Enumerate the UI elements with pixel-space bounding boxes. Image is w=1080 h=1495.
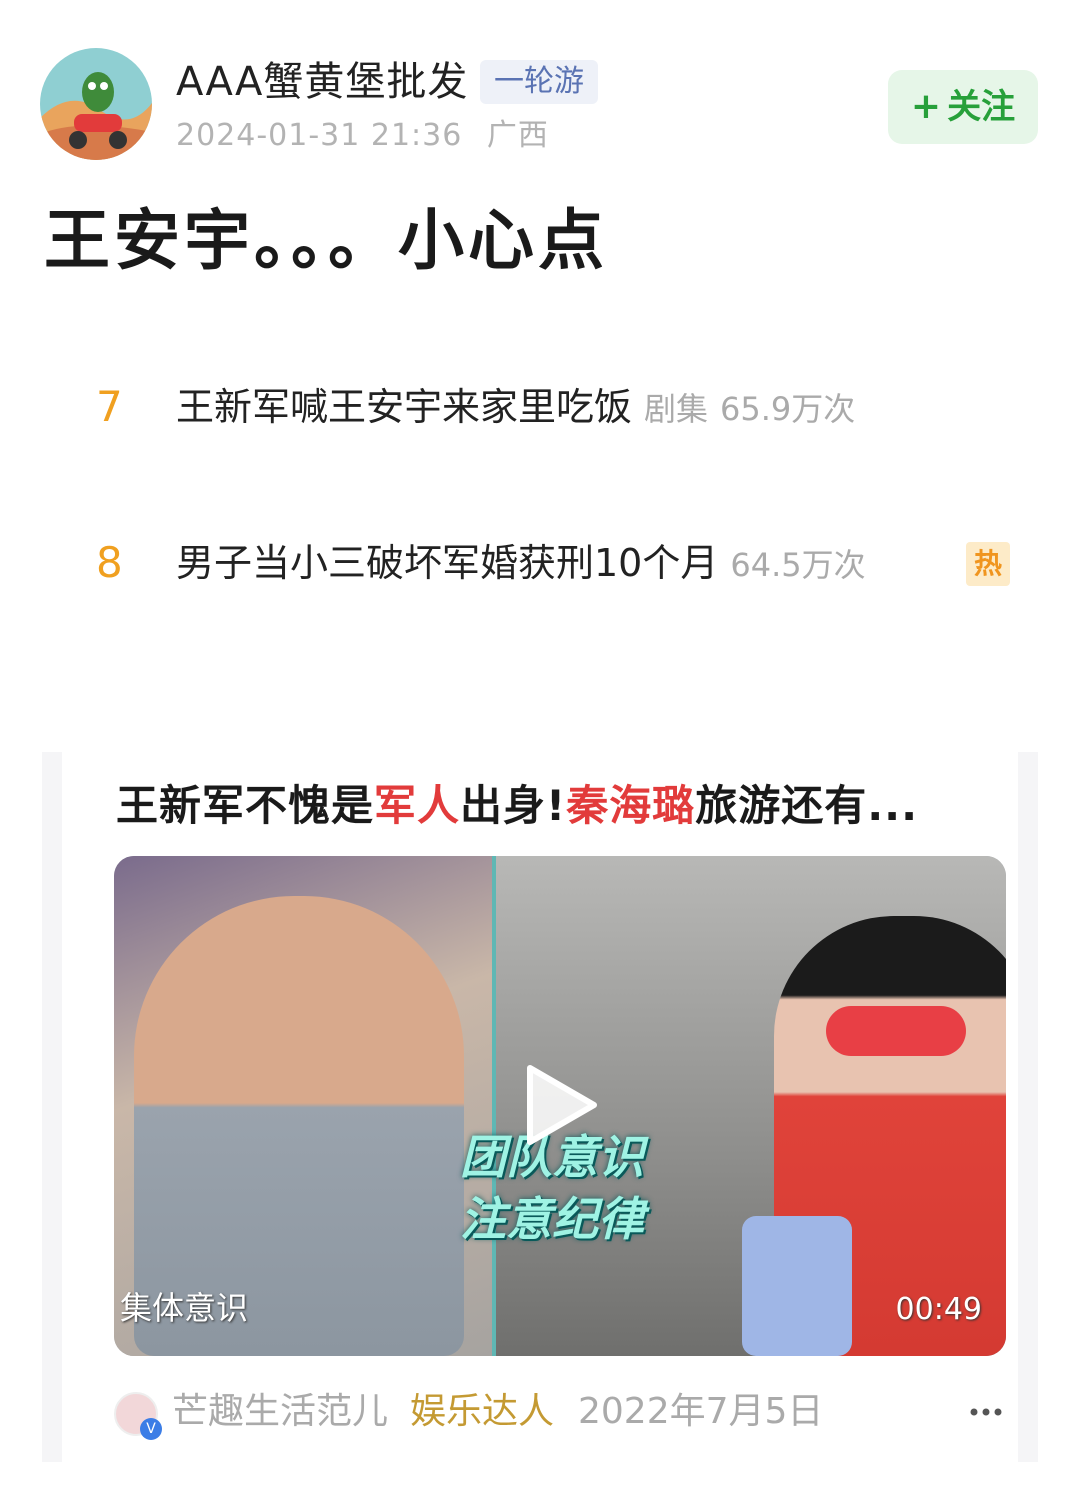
- video-title-highlight: 军人: [374, 781, 461, 830]
- play-icon[interactable]: [524, 1064, 598, 1146]
- author-avatar[interactable]: [40, 48, 152, 160]
- channel-role: 娱乐达人: [410, 1391, 555, 1432]
- hot-list-item[interactable]: 8 男子当小三破坏军婚获刑10个月 64.5万次 热: [0, 528, 1080, 598]
- video-footer: V 芒趣生活范儿 娱乐达人 2022年7月5日: [114, 1384, 1006, 1440]
- video-date: 2022年7月5日: [578, 1391, 824, 1432]
- hot-title: 王新军喊王安宇来家里吃饭: [176, 385, 633, 429]
- video-glasses: [826, 1006, 966, 1056]
- video-phone: [742, 1216, 852, 1356]
- author-name[interactable]: AAA蟹黄堡批发: [176, 56, 468, 108]
- follow-label: 关注: [947, 87, 1016, 127]
- author-badge: 一轮游: [480, 60, 598, 104]
- hot-list-item[interactable]: 7 王新军喊王安宇来家里吃饭 剧集 65.9万次: [0, 372, 1080, 442]
- post-header: AAA蟹黄堡批发 一轮游 2024-01-31 21:36 广西 + 关注: [0, 0, 1080, 180]
- video-divider: [492, 856, 496, 1356]
- hot-count: 64.5万次: [730, 546, 866, 584]
- video-person-left: [134, 896, 464, 1356]
- avatar-image: [40, 48, 152, 160]
- hot-category: 剧集: [644, 390, 709, 428]
- hot-rank: 8: [96, 538, 123, 587]
- video-player[interactable]: 团队意识 注意纪律 集体意识 00:49: [114, 856, 1006, 1356]
- follow-button[interactable]: + 关注: [888, 70, 1038, 144]
- post-meta: 2024-01-31 21:36 广西: [176, 116, 549, 156]
- hot-rank: 7: [96, 382, 123, 431]
- video-duration: 00:49: [895, 1292, 982, 1327]
- hot-item-text: 王新军喊王安宇来家里吃饭 剧集 65.9万次: [176, 372, 855, 444]
- post-title: 王安宇。。。小心点: [44, 202, 608, 279]
- video-title-part: 旅游还有...: [695, 781, 919, 830]
- video-title[interactable]: 王新军不愧是军人出身!秦海璐旅游还有...: [116, 776, 918, 836]
- video-caption-line: 注意纪律: [460, 1192, 644, 1246]
- hot-count: 65.9万次: [720, 390, 856, 428]
- channel-avatar[interactable]: V: [114, 1392, 162, 1440]
- post-location: 广西: [486, 118, 549, 153]
- post-datetime: 2024-01-31 21:36: [176, 118, 463, 153]
- video-title-part: 王新军不愧是: [116, 781, 375, 830]
- more-icon[interactable]: [966, 1392, 1006, 1432]
- video-title-highlight: 秦海璐: [566, 781, 696, 830]
- plus-icon: +: [910, 86, 942, 127]
- video-title-part: 出身!: [460, 781, 567, 830]
- video-card[interactable]: 王新军不愧是军人出身!秦海璐旅游还有... 团队意识 注意纪律 集体意识 00:…: [42, 752, 1038, 1462]
- hot-badge: 热: [966, 542, 1010, 586]
- verified-icon: V: [140, 1418, 162, 1440]
- hot-title: 男子当小三破坏军婚获刑10个月: [176, 541, 719, 585]
- video-subtitle: 集体意识: [120, 1289, 249, 1327]
- channel-name[interactable]: 芒趣生活范儿: [172, 1384, 388, 1440]
- hot-item-text: 男子当小三破坏军婚获刑10个月 64.5万次: [176, 528, 866, 600]
